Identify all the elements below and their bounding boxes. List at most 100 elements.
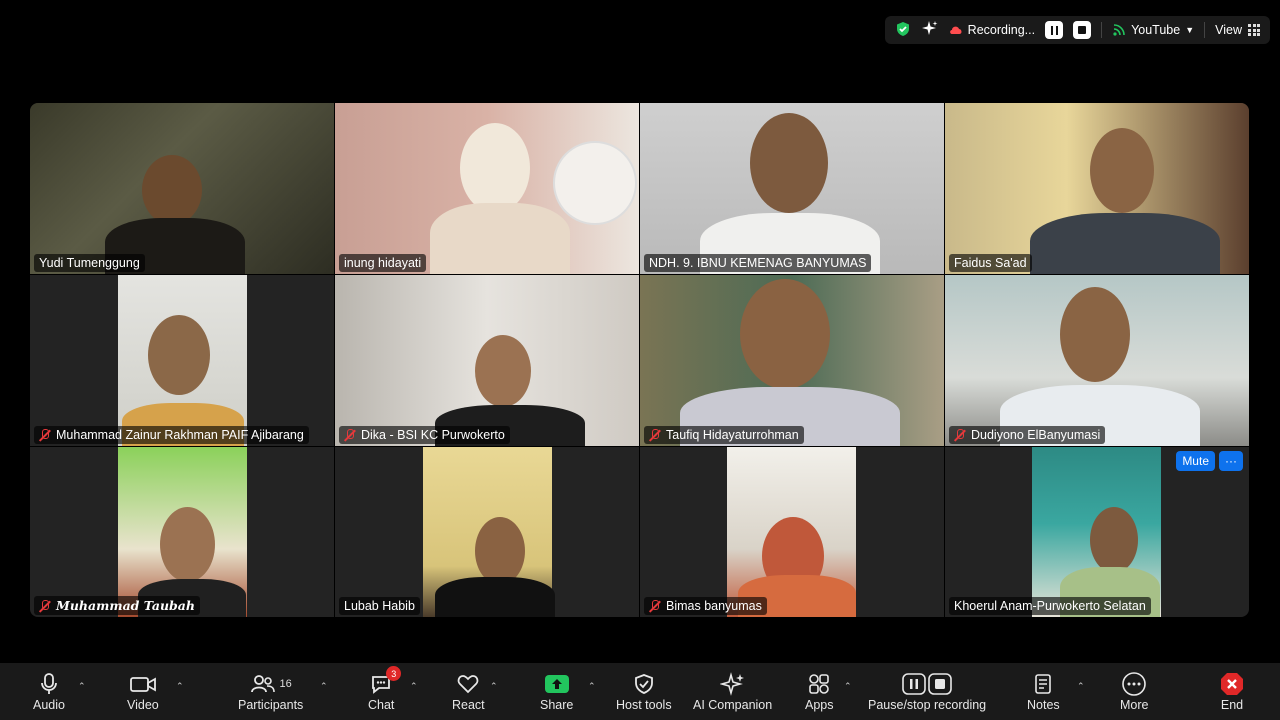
participant-head — [142, 155, 202, 225]
camera-icon — [129, 670, 157, 698]
participant-name: Taufiq Hidayaturrohman — [666, 428, 799, 442]
pause-icon — [1050, 25, 1058, 35]
participant-head — [460, 123, 530, 213]
divider — [1204, 22, 1206, 38]
ai-companion-label: AI Companion — [693, 698, 773, 712]
broadcast-icon — [1113, 24, 1125, 36]
pause-stop-recording-button[interactable]: Pause/stop recording — [868, 670, 986, 712]
share-options-caret[interactable]: ⌃ — [588, 681, 596, 692]
stop-recording-button[interactable] — [1073, 21, 1092, 39]
participant-name-tag: inung hidayati — [339, 254, 427, 272]
mic-muted-icon — [649, 429, 661, 441]
participants-button[interactable]: 16 Participants — [238, 670, 303, 712]
participant-name-tag: Yudi Tumenggung — [34, 254, 145, 272]
video-tile[interactable]: Lubab Habib — [335, 447, 639, 617]
participant-name: Faidus Sa'ad — [954, 256, 1027, 270]
divider — [1101, 22, 1103, 38]
participant-name: Khoerul Anam-Purwokerto Selatan — [954, 599, 1146, 613]
participant-name: Yudi Tumenggung — [39, 256, 140, 270]
shield-check-icon[interactable] — [895, 21, 911, 40]
notes-icon — [1032, 670, 1054, 698]
participant-name-tag: Muhammad Taubah — [34, 596, 200, 615]
livestream-dropdown[interactable]: YouTube ▼ — [1112, 23, 1194, 37]
pause-recording-button[interactable] — [1045, 21, 1064, 39]
participant-name: Lubab Habib — [344, 599, 415, 613]
video-tile[interactable]: Bimas banyumas — [640, 447, 944, 617]
inset-photo — [553, 141, 637, 225]
participant-body — [1030, 213, 1220, 274]
video-tile[interactable]: Muhammad Zainur Rakhman PAIF Ajibarang — [30, 275, 334, 446]
participant-name-tag: NDH. 9. IBNU KEMENAG BANYUMAS — [644, 254, 872, 272]
apps-icon — [807, 670, 831, 698]
chat-button[interactable]: 3 Chat — [368, 666, 402, 712]
participant-name-tag: Lubab Habib — [339, 597, 420, 615]
participant-name-tag: Taufiq Hidayaturrohman — [644, 426, 804, 444]
chat-options-caret[interactable]: ⌃ — [410, 681, 418, 692]
video-tile[interactable]: Mute ··· Khoerul Anam-Purwokerto Selatan — [945, 447, 1249, 617]
participant-head — [1060, 287, 1130, 382]
mic-muted-icon — [344, 429, 356, 441]
heart-icon — [456, 670, 480, 698]
mute-participant-button[interactable]: Mute — [1176, 451, 1215, 471]
notes-options-caret[interactable]: ⌃ — [1077, 681, 1085, 692]
apps-label: Apps — [805, 698, 834, 712]
audio-button[interactable]: Audio — [33, 670, 65, 712]
participants-options-caret[interactable]: ⌃ — [320, 681, 328, 692]
cloud-record-icon — [949, 26, 962, 34]
participants-label: Participants — [238, 698, 304, 712]
more-button[interactable]: More — [1120, 670, 1148, 712]
view-label: View — [1215, 23, 1242, 37]
end-meeting-button[interactable]: End — [1219, 670, 1245, 712]
participant-head — [750, 113, 828, 213]
participant-head — [160, 507, 215, 582]
unread-badge: 3 — [386, 666, 402, 681]
recording-label: Recording... — [967, 23, 1036, 37]
host-tools-button[interactable]: Host tools — [616, 670, 672, 712]
video-tile[interactable]: Dika - BSI KC Purwokerto — [335, 275, 639, 446]
view-button[interactable]: View — [1215, 23, 1260, 37]
ai-companion-button[interactable]: AI Companion — [693, 670, 772, 712]
meeting-toolbar: Audio ⌃ Video ⌃ 16 Participants ⌃ 3 Chat… — [0, 663, 1280, 720]
participant-name-tag: Bimas banyumas — [644, 597, 767, 615]
meeting-status-bar: Recording... YouTube ▼ View — [884, 16, 1270, 44]
more-options-button[interactable]: ··· — [1219, 451, 1243, 471]
pause-stop-icon — [902, 670, 952, 698]
video-tile[interactable]: Taufiq Hidayaturrohman — [640, 275, 944, 446]
notes-label: Notes — [1027, 698, 1060, 712]
react-button[interactable]: React — [452, 670, 485, 712]
apps-options-caret[interactable]: ⌃ — [844, 681, 852, 692]
participant-body — [435, 577, 555, 617]
end-call-icon — [1219, 670, 1245, 698]
participant-name: inung hidayati — [344, 256, 422, 270]
participant-head — [1090, 128, 1154, 213]
share-label: Share — [540, 698, 574, 712]
video-gallery: Yudi Tumenggung inung hidayati NDH. 9. I… — [30, 103, 1249, 617]
participant-head — [475, 517, 525, 585]
ai-sparkle-icon[interactable] — [921, 20, 939, 41]
video-button[interactable]: Video — [127, 670, 159, 712]
participant-head — [475, 335, 531, 407]
react-options-caret[interactable]: ⌃ — [490, 681, 498, 692]
notes-button[interactable]: Notes — [1027, 670, 1060, 712]
mic-muted-icon — [649, 600, 661, 612]
participant-head — [1090, 507, 1138, 573]
video-tile[interactable]: Dudiyono ElBanyumasi — [945, 275, 1249, 446]
video-tile[interactable]: NDH. 9. IBNU KEMENAG BANYUMAS — [640, 103, 944, 274]
video-options-caret[interactable]: ⌃ — [176, 681, 184, 692]
participant-head — [148, 315, 210, 395]
participant-count: 16 — [279, 678, 292, 690]
participant-name: Bimas banyumas — [666, 599, 762, 613]
audio-options-caret[interactable]: ⌃ — [78, 681, 86, 692]
host-tools-label: Host tools — [616, 698, 672, 712]
video-tile[interactable]: Muhammad Taubah — [30, 447, 334, 617]
stop-icon — [1078, 26, 1087, 34]
pause-stop-label: Pause/stop recording — [868, 698, 987, 712]
share-screen-button[interactable]: Share — [540, 670, 573, 712]
video-tile[interactable]: Yudi Tumenggung — [30, 103, 334, 274]
apps-button[interactable]: Apps — [805, 670, 834, 712]
share-screen-icon — [544, 670, 570, 698]
video-tile[interactable]: Faidus Sa'ad — [945, 103, 1249, 274]
audio-label: Audio — [33, 698, 65, 712]
video-tile-active-speaker[interactable]: inung hidayati — [335, 103, 639, 274]
participant-head — [740, 279, 830, 389]
